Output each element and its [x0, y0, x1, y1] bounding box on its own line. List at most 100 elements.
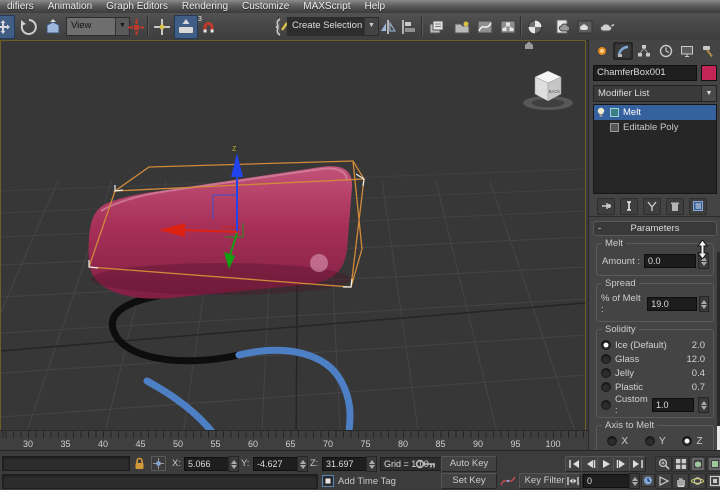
custom-field[interactable]: 1.0	[652, 398, 694, 412]
chair-frame-spline[interactable]	[112, 287, 350, 433]
goto-end-button[interactable]	[629, 456, 646, 472]
goto-start-button[interactable]	[565, 456, 582, 472]
select-rotate-button[interactable]	[17, 15, 41, 39]
modifier-list-dropdown[interactable]: Modifier List ▼	[593, 85, 717, 102]
maximize-viewport-toggle-button[interactable]	[706, 473, 720, 489]
menu-maxscript[interactable]: MAXScript	[296, 0, 357, 13]
selection-lock-icon[interactable]	[133, 456, 146, 471]
axis-x-option[interactable]: X	[607, 436, 628, 447]
rollout-collapse-icon[interactable]: -	[598, 222, 601, 235]
viewcube-home-icon[interactable]	[525, 42, 533, 50]
radio-icon[interactable]	[601, 354, 611, 364]
keyboard-override-button[interactable]	[174, 15, 198, 39]
frame-spinner[interactable]	[629, 473, 640, 489]
menu-help[interactable]: Help	[358, 0, 393, 13]
tab-modify[interactable]	[613, 42, 632, 60]
time-configuration-icon[interactable]	[641, 474, 655, 487]
use-pivot-point-button[interactable]	[124, 15, 148, 39]
schematic-view-button[interactable]	[496, 15, 520, 39]
add-time-tag-icon[interactable]	[322, 475, 334, 487]
zoom-extents-button[interactable]	[689, 456, 706, 472]
key-mode-toggle-button[interactable]	[565, 473, 581, 489]
absolute-offset-toggle-icon[interactable]	[151, 456, 166, 471]
menu-animation[interactable]: Animation	[41, 0, 99, 13]
percent-of-melt-spinner[interactable]	[699, 296, 709, 312]
z-spinner[interactable]	[366, 456, 377, 472]
set-key-filters-curve-icon[interactable]	[500, 474, 516, 487]
show-end-result-button[interactable]	[620, 198, 638, 215]
auto-key-button[interactable]: Auto Key	[441, 456, 497, 472]
modifier-stack-row-editable-poly[interactable]: Editable Poly	[594, 120, 716, 135]
render-production-button[interactable]	[594, 15, 618, 39]
solidity-option-custom[interactable]: Custom : 1.0	[601, 399, 709, 411]
menu-rendering[interactable]: Rendering	[175, 0, 235, 13]
z-coordinate-field[interactable]: 31.697	[322, 457, 368, 471]
make-unique-button[interactable]	[643, 198, 661, 215]
reference-coordinate-dropdown[interactable]: View ▼	[66, 17, 130, 36]
axis-y-option[interactable]: Y	[645, 436, 666, 447]
tab-utilities[interactable]	[699, 42, 718, 60]
zoom-region-button[interactable]	[655, 473, 672, 489]
pin-stack-button[interactable]	[597, 198, 615, 215]
pan-button[interactable]	[672, 473, 689, 489]
y-spinner[interactable]	[297, 456, 308, 472]
radio-icon[interactable]	[601, 340, 611, 350]
configure-modifier-sets-button[interactable]	[689, 198, 707, 215]
solidity-option-plastic[interactable]: Plastic 0.7	[601, 381, 709, 393]
ribbon-toggle-button[interactable]	[450, 15, 474, 39]
previous-frame-button[interactable]	[581, 456, 598, 472]
tab-display[interactable]	[677, 42, 696, 60]
select-scale-button[interactable]	[41, 15, 65, 39]
object-color-swatch[interactable]	[701, 65, 717, 81]
snap-toggle-3d-button[interactable]: 3	[196, 15, 220, 39]
select-manipulate-button[interactable]	[150, 15, 174, 39]
y-coordinate-field[interactable]: -4.627	[253, 457, 299, 471]
remove-modifier-button[interactable]	[666, 198, 684, 215]
material-editor-button[interactable]	[523, 15, 547, 39]
timeline-ruler[interactable]: 3035404550556065707580859095100	[0, 430, 588, 451]
menu-graph-editors[interactable]: Graph Editors	[99, 0, 175, 13]
solidity-option-ice[interactable]: Ice (Default) 2.0	[601, 339, 709, 351]
named-selection-dropdown[interactable]: Create Selection Se ▼	[287, 17, 379, 36]
zoom-button[interactable]	[655, 456, 672, 472]
radio-icon[interactable]	[601, 400, 611, 410]
play-button[interactable]	[597, 456, 614, 472]
x-spinner[interactable]	[228, 456, 239, 472]
layer-manager-button[interactable]	[424, 15, 448, 39]
modifier-stack-row-melt[interactable]: Melt	[594, 105, 716, 120]
amount-spinner[interactable]	[698, 253, 709, 269]
curve-editor-button[interactable]	[473, 15, 497, 39]
menu-customize[interactable]: Customize	[235, 0, 296, 13]
radio-icon[interactable]	[601, 382, 611, 392]
viewcube[interactable]: BACK	[523, 42, 573, 111]
percent-of-melt-field[interactable]: 19.0	[647, 297, 696, 311]
tab-hierarchy[interactable]	[635, 42, 654, 60]
x-coordinate-field[interactable]: 5.066	[184, 457, 230, 471]
tab-motion[interactable]	[656, 42, 675, 60]
align-button[interactable]	[397, 15, 421, 39]
parameters-rollout-header[interactable]: - Parameters	[593, 221, 717, 236]
current-frame-field[interactable]: 0	[583, 474, 631, 488]
radio-icon[interactable]	[601, 368, 611, 378]
zoom-all-button[interactable]	[672, 456, 689, 472]
select-move-button[interactable]	[0, 15, 15, 39]
menu-difiers[interactable]: difiers	[0, 0, 41, 13]
next-frame-button[interactable]	[613, 456, 630, 472]
zoom-extents-all-button[interactable]	[706, 456, 720, 472]
solidity-option-glass[interactable]: Glass 12.0	[601, 353, 709, 365]
axis-z-option[interactable]: Z	[682, 436, 702, 447]
radio-icon[interactable]	[645, 436, 655, 446]
custom-spinner[interactable]	[698, 397, 709, 413]
add-time-tag-label[interactable]: Add Time Tag	[338, 476, 396, 487]
radio-icon[interactable]	[607, 436, 617, 446]
tab-create[interactable]	[592, 42, 611, 60]
orbit-button[interactable]	[689, 473, 706, 489]
lightbulb-icon[interactable]	[596, 107, 606, 118]
chevron-down-icon[interactable]: ▼	[701, 86, 716, 101]
radio-icon[interactable]	[682, 436, 692, 446]
set-key-button[interactable]: Set Key	[441, 473, 497, 489]
set-key-mode-key-icon[interactable]	[415, 457, 437, 471]
viewport[interactable]: z BACK	[0, 40, 586, 448]
object-name-field[interactable]: ChamferBox001	[593, 65, 697, 81]
amount-field[interactable]: 0.0	[644, 254, 696, 268]
